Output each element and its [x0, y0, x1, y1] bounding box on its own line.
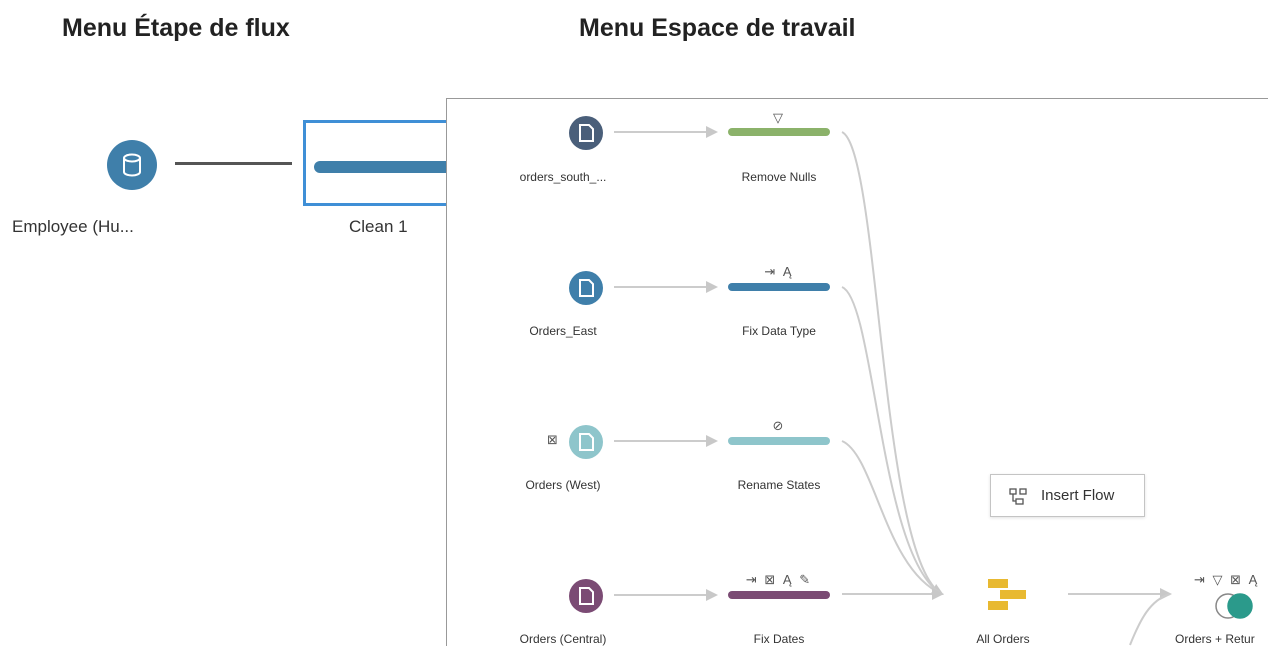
join-label-orders-returns: Orders + Retur — [1175, 632, 1255, 646]
join-icon[interactable] — [0, 0, 1268, 645]
